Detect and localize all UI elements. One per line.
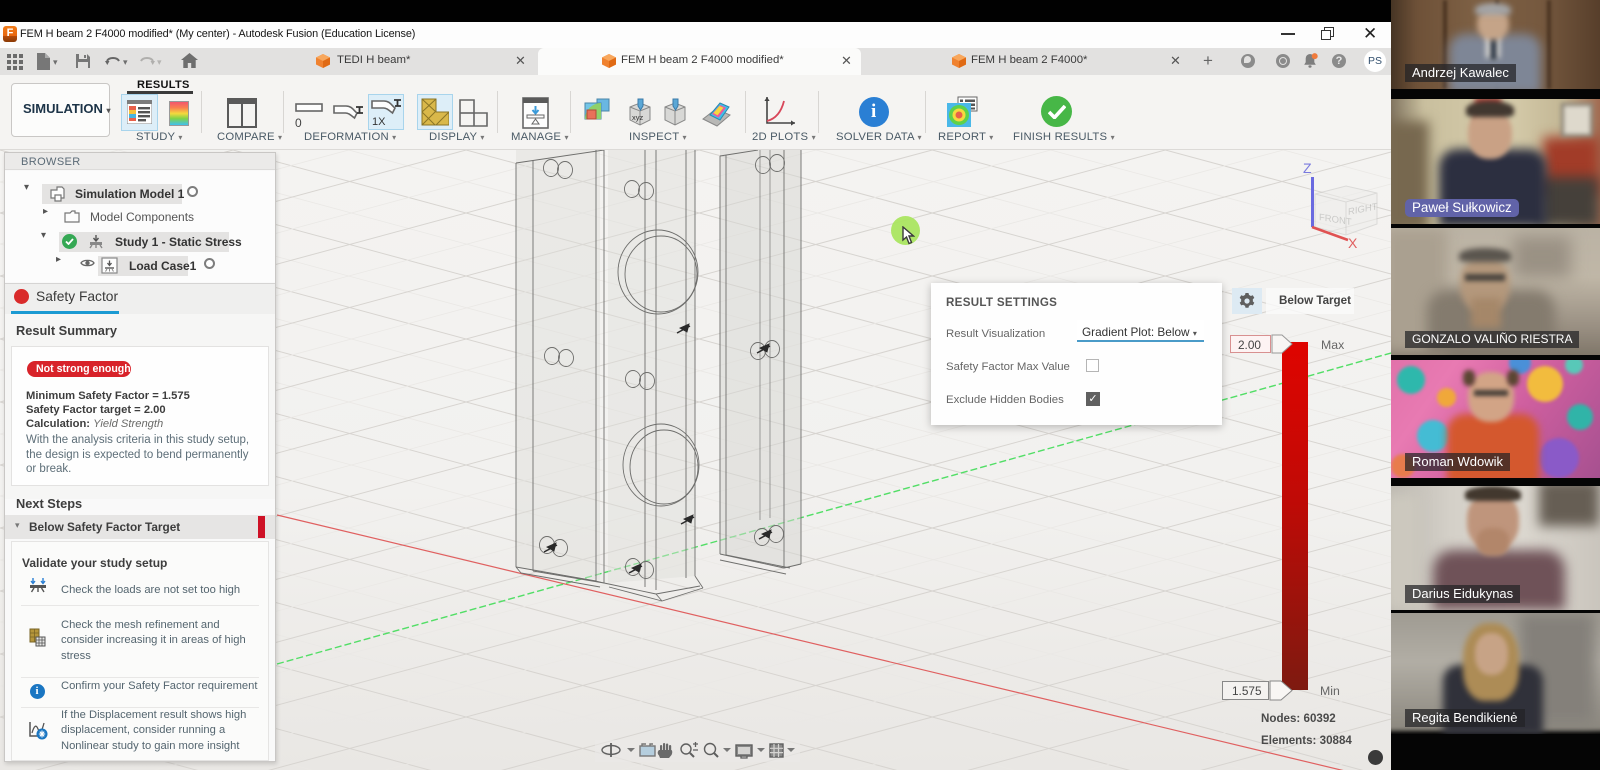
svg-text:xyz: xyz [632, 113, 644, 122]
svg-text:0: 0 [295, 116, 302, 129]
svg-text:1X: 1X [372, 116, 386, 127]
